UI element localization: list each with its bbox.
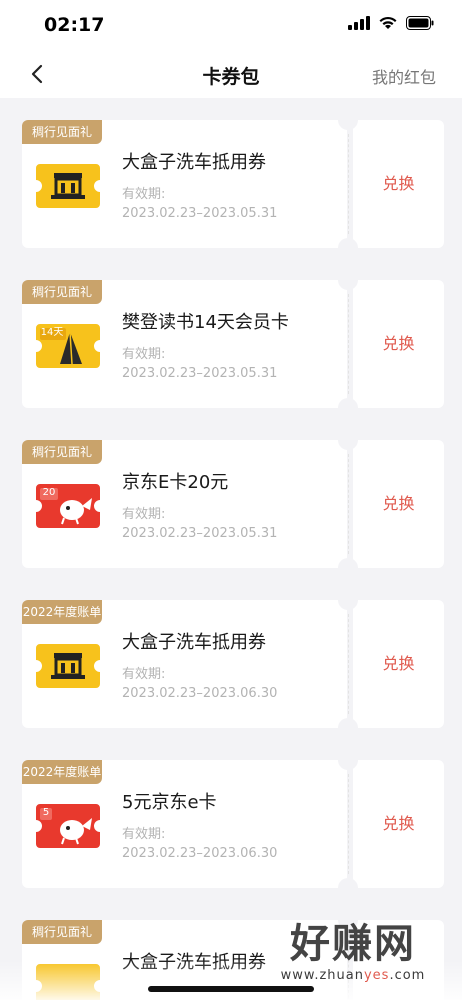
- divider: [348, 454, 349, 554]
- validity-range: 2023.02.23–2023.05.31: [122, 526, 278, 541]
- coupon-tag: 2022年度账单: [22, 760, 102, 784]
- coupon-title: 京东E卡20元: [122, 472, 229, 493]
- home-indicator[interactable]: [148, 986, 314, 992]
- redeem-button[interactable]: 兑换: [353, 760, 444, 888]
- coupon-tag: 稠行见面礼: [22, 280, 102, 304]
- car-wash-coupon-icon: [36, 164, 100, 208]
- nav-bar: 卡券包 我的红包: [0, 50, 462, 98]
- coupon-title: 大盒子洗车抵用券: [122, 632, 266, 653]
- redeem-button[interactable]: 兑换: [353, 440, 444, 568]
- coupon-card[interactable]: 2022年度账单 5 5元京东e卡 有效期: 2023.02.23–2023.0…: [22, 750, 444, 898]
- icon-badge: 14天: [40, 327, 64, 338]
- coupon-card[interactable]: 稠行见面礼 大盒子洗车抵用券 有效期: 2023.02.23–2023.05.3…: [22, 110, 444, 258]
- validity-label: 有效期:: [122, 187, 166, 202]
- car-wash-coupon-icon: [36, 644, 100, 688]
- redeem-button[interactable]: 兑换: [353, 280, 444, 408]
- coupon-tag: 稠行见面礼: [22, 920, 102, 944]
- coupon-title: 大盒子洗车抵用券: [122, 152, 266, 173]
- status-bar: 02:17: [0, 0, 462, 50]
- my-red-packet-link[interactable]: 我的红包: [372, 64, 436, 88]
- divider: [348, 134, 349, 234]
- coupon-title: 樊登读书14天会员卡: [122, 312, 289, 333]
- watermark-main: 好赚网: [290, 921, 416, 967]
- cellular-signal-icon: [348, 16, 370, 30]
- validity-label: 有效期:: [122, 347, 166, 362]
- validity-range: 2023.02.23–2023.05.31: [122, 206, 278, 221]
- wifi-icon: [379, 16, 397, 29]
- coupon-tag: 2022年度账单: [22, 600, 102, 624]
- battery-icon: [406, 16, 434, 30]
- divider: [348, 294, 349, 394]
- divider: [348, 774, 349, 874]
- coupon-tag: 稠行见面礼: [22, 120, 102, 144]
- coupon-card[interactable]: 稠行见面礼 14天 樊登读书14天会员卡 有效期: 2023.02.23–202…: [22, 270, 444, 418]
- coupon-card[interactable]: 2022年度账单 大盒子洗车抵用券 有效期: 2023.02.23–2023.0…: [22, 590, 444, 738]
- validity-range: 2023.02.23–2023.05.31: [122, 366, 278, 381]
- watermark: 好赚网 www.zhuanyes.com: [258, 920, 448, 992]
- status-time: 02:17: [44, 14, 105, 36]
- status-icons: [348, 16, 434, 30]
- redeem-button[interactable]: 兑换: [353, 600, 444, 728]
- validity-label: 有效期:: [122, 667, 166, 682]
- validity-label: 有效期:: [122, 827, 166, 842]
- validity-range: 2023.02.23–2023.06.30: [122, 846, 278, 861]
- coupon-card[interactable]: 稠行见面礼 20 京东E卡20元 有效期: 2023.02.23–2023.05…: [22, 430, 444, 578]
- icon-badge: 20: [42, 487, 56, 498]
- coupon-title: 5元京东e卡: [122, 792, 217, 813]
- watermark-url: www.zhuanyes.com: [280, 968, 426, 983]
- redeem-button[interactable]: 兑换: [353, 120, 444, 248]
- validity-label: 有效期:: [122, 507, 166, 522]
- divider: [348, 614, 349, 714]
- validity-range: 2023.02.23–2023.06.30: [122, 686, 278, 701]
- icon-badge: 5: [42, 807, 50, 818]
- coupon-tag: 稠行见面礼: [22, 440, 102, 464]
